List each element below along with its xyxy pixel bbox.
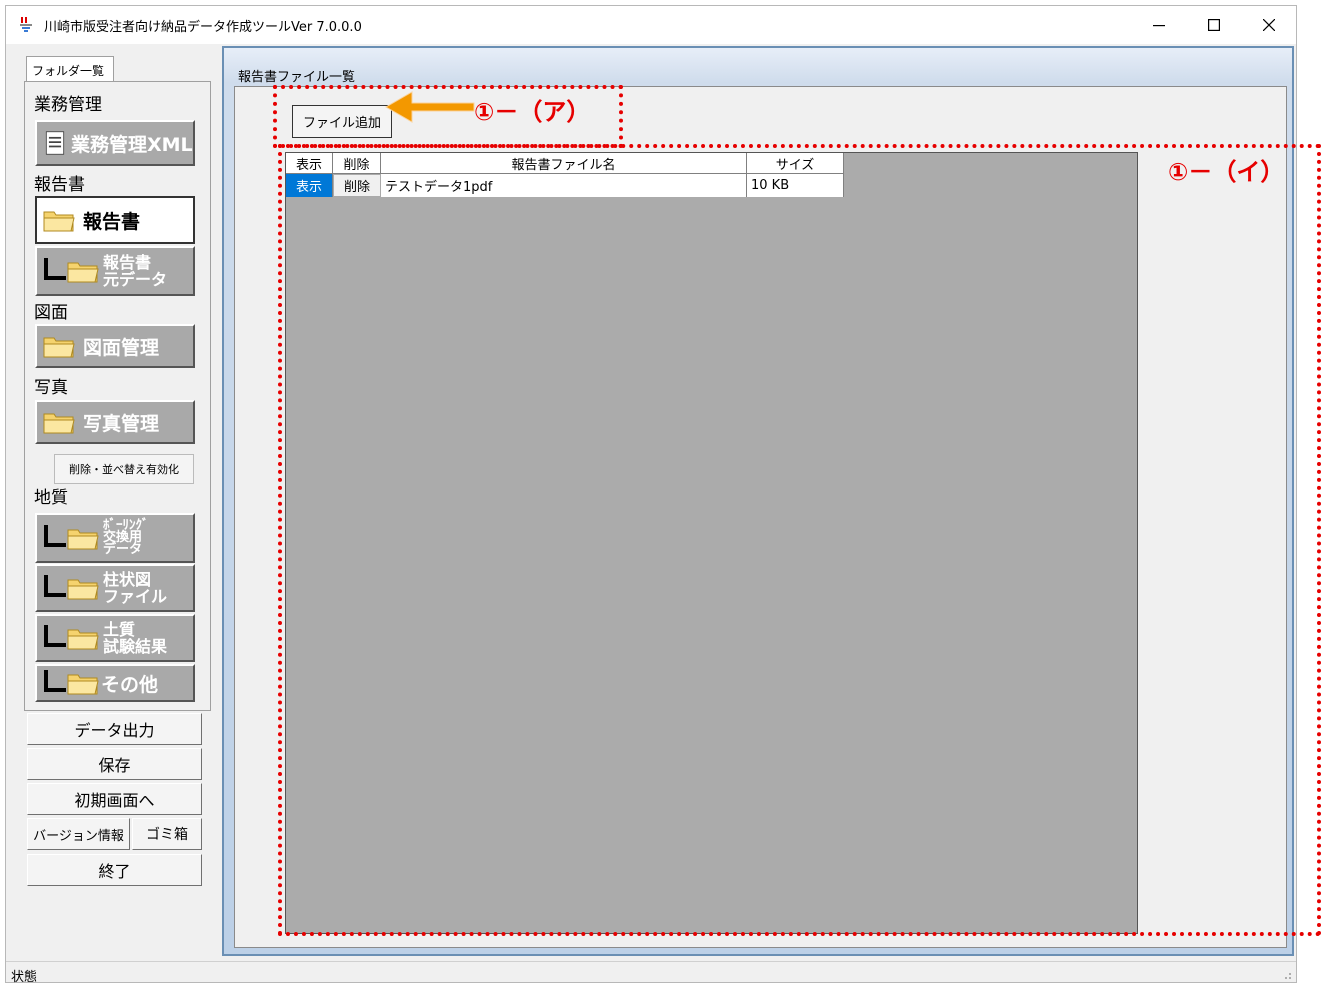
photo-folder-label: 写真管理 [83,412,160,435]
tree-branch-icon [41,525,67,551]
tree-branch-icon [41,575,67,601]
report-source-line1: 報告書 [103,253,152,272]
report-source-folder-button[interactable]: 報告書 元データ [35,246,195,296]
other-folder-label: その他 [101,673,159,696]
maximize-button[interactable] [1186,6,1241,44]
minimize-icon [1152,25,1165,27]
section-report-label: 報告書 [34,175,85,195]
soil-line1: 土質 [103,620,136,639]
folder-icon [43,413,75,434]
column-diagram-folder-button[interactable]: 柱状図 ファイル [35,564,195,612]
trash-button[interactable]: ゴミ箱 [132,818,202,850]
boring-line3: データ [103,542,143,557]
photo-folder-button[interactable]: 写真管理 [35,400,195,444]
tab-folder-list[interactable]: フォルダ一覧 [26,56,114,83]
window-title: 川崎市版受注者向け納品データ作成ツールVer 7.0.0.0 [44,20,362,35]
column-line1: 柱状図 [103,570,152,589]
panel-header: 報告書ファイル一覧 [238,70,356,85]
boring-data-label: ﾎﾞｰﾘﾝｸﾞ 交換用 データ [103,519,149,557]
soil-test-label: 土質 試験結果 [103,621,167,655]
app-logo-icon [20,17,32,32]
annotation-box-b [278,144,1321,936]
folder-icon [67,529,99,550]
annotation-arrow-icon [384,91,475,123]
annotation-label-b: ①－（イ） [1168,158,1285,186]
enable-delete-sort-button[interactable]: 削除・並べ替え有効化 [54,454,194,484]
exit-button[interactable]: 終了 [27,854,202,886]
drawing-folder-button[interactable]: 図面管理 [35,324,195,368]
data-output-button[interactable]: データ出力 [27,713,202,745]
soil-test-folder-button[interactable]: 土質 試験結果 [35,614,195,662]
annotation-label-a: ①－（ア） [474,98,591,126]
boring-data-folder-button[interactable]: ﾎﾞｰﾘﾝｸﾞ 交換用 データ [35,513,195,563]
tree-branch-icon [41,625,67,651]
title-bar: 川崎市版受注者向け納品データ作成ツールVer 7.0.0.0 [6,6,1296,44]
report-folder-label: 報告書 [83,210,141,233]
section-photo-label: 写真 [34,378,68,398]
resize-grip-icon [1285,973,1291,979]
column-line2: ファイル [103,587,168,606]
tree-branch-icon [41,670,67,696]
status-label: 状態 [11,970,38,983]
folder-icon [43,211,75,232]
folder-icon [67,262,99,283]
status-bar: 状態 [6,961,1296,983]
minimize-button[interactable] [1131,6,1186,44]
folder-icon [43,337,75,358]
report-folder-button[interactable]: 報告書 [35,196,195,244]
close-icon [1262,19,1275,31]
folder-icon [67,579,99,600]
tree-branch-icon [41,258,67,284]
version-info-button[interactable]: バージョン情報 [27,818,130,850]
back-to-initial-button[interactable]: 初期画面へ [27,783,202,815]
gyomu-xml-button[interactable]: 業務管理XML [35,120,195,166]
column-diagram-label: 柱状図 ファイル [103,571,167,605]
folder-icon [67,674,99,695]
other-folder-button[interactable]: その他 [35,664,195,702]
document-icon [45,131,65,155]
close-button[interactable] [1241,6,1296,44]
section-gyomu-label: 業務管理 [34,95,102,115]
section-geology-label: 地質 [34,488,68,508]
report-source-label: 報告書 元データ [103,254,167,288]
section-drawing-label: 図面 [34,303,68,323]
drawing-folder-label: 図面管理 [83,336,160,359]
gyomu-xml-label: 業務管理XML [71,133,193,156]
folder-icon [67,629,99,650]
report-source-line2: 元データ [103,270,168,289]
maximize-icon [1207,19,1220,31]
save-button[interactable]: 保存 [27,748,202,780]
soil-line2: 試験結果 [103,637,168,656]
